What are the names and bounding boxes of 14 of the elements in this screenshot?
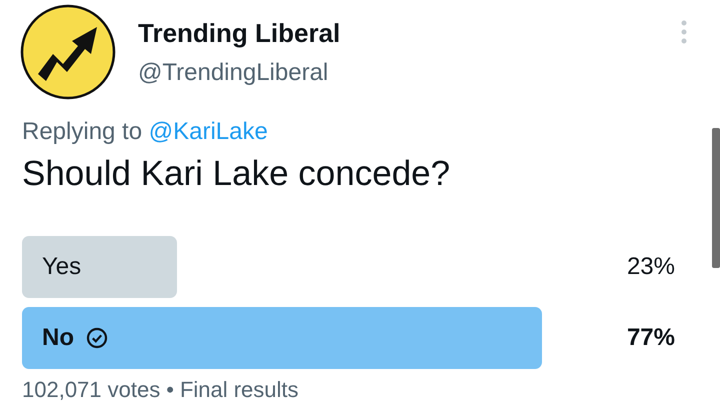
- vote-count: 102,071 votes: [22, 377, 160, 403]
- poll-status: Final results: [180, 377, 299, 403]
- separator-dot: •: [166, 377, 174, 403]
- poll-option-label: Yes: [42, 253, 82, 281]
- poll-option-label: No: [42, 324, 74, 352]
- scrollbar[interactable]: [712, 128, 720, 268]
- display-name[interactable]: Trending Liberal: [138, 18, 340, 49]
- poll-percent: 23%: [626, 252, 675, 282]
- avatar-icon[interactable]: [20, 4, 116, 100]
- user-handle[interactable]: @TrendingLiberal: [138, 59, 340, 87]
- more-icon[interactable]: [681, 20, 687, 44]
- tweet-text: Should Kari Lake concede?: [22, 154, 452, 194]
- check-circle-icon: [86, 327, 108, 349]
- poll-percent: 77%: [626, 323, 675, 353]
